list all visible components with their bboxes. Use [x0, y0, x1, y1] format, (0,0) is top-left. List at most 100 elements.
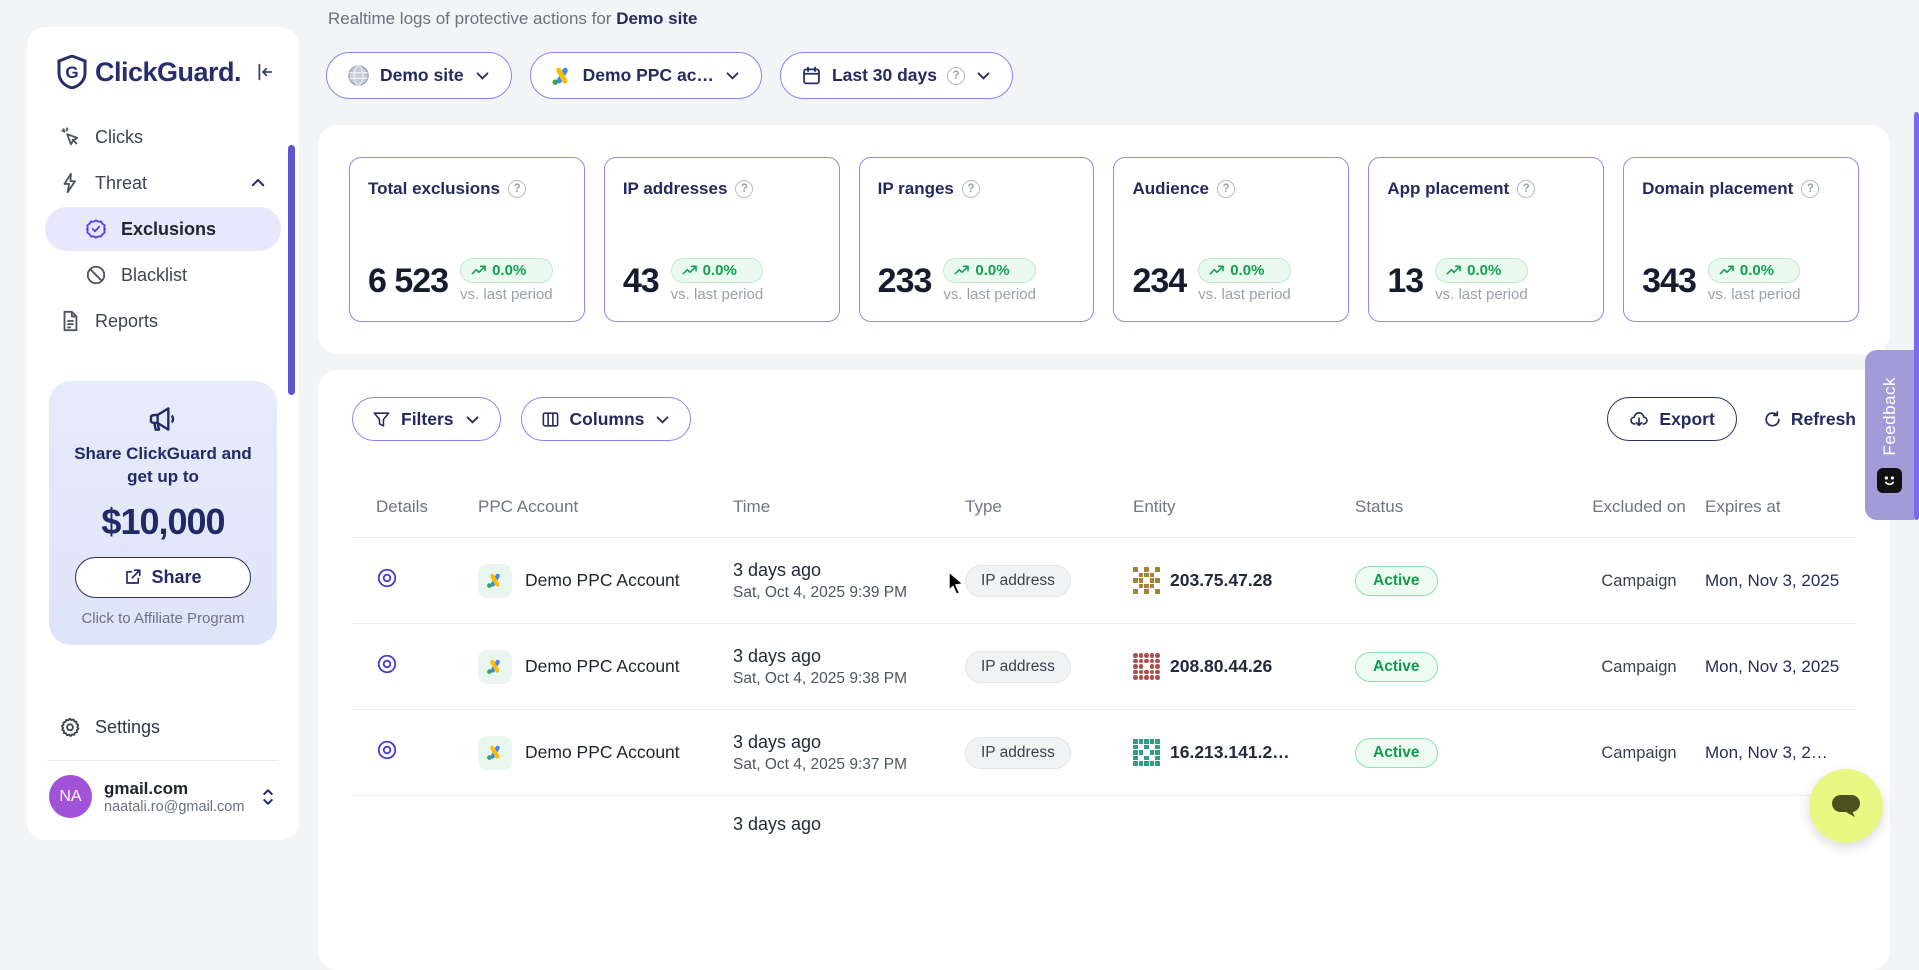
share-button[interactable]: Share: [75, 557, 251, 598]
refresh-label: Refresh: [1791, 409, 1856, 430]
sidebar-item-threat[interactable]: Threat: [45, 161, 281, 205]
column-header-expires-at[interactable]: Expires at: [1699, 489, 1856, 538]
stat-label: Audience: [1132, 179, 1209, 199]
ppc-account-selector[interactable]: Demo PPC ac…: [530, 52, 762, 99]
account-switcher[interactable]: NA gmail.com naatali.ro@gmail.com: [45, 775, 281, 822]
chat-bubble-icon: [1828, 789, 1864, 823]
page-scrollbar[interactable]: [1914, 112, 1919, 520]
stat-change: 0.0%: [1740, 262, 1774, 279]
calendar-icon: [801, 65, 822, 86]
stat-sub: vs. last period: [1435, 286, 1528, 303]
usersnap-icon: [1877, 468, 1902, 493]
promo-amount: $10,000: [63, 501, 263, 543]
status-badge: Active: [1355, 652, 1438, 682]
ppc-account-name: Demo PPC Account: [525, 656, 680, 677]
chevron-down-icon: [474, 67, 491, 84]
view-details-icon[interactable]: [376, 653, 398, 675]
type-badge: IP address: [965, 651, 1071, 683]
entity-value: 203.75.47.28: [1170, 570, 1272, 591]
expires-at-value: Mon, Nov 3, 2…: [1705, 743, 1828, 762]
chevron-down-icon: [724, 67, 741, 84]
excluded-on-value: Campaign: [1601, 572, 1676, 590]
trending-up-icon: [1446, 264, 1462, 278]
expires-at-value: Mon, Nov 3, 2025: [1705, 571, 1839, 590]
column-header-details[interactable]: Details: [352, 489, 472, 538]
stat-sub: vs. last period: [460, 286, 553, 303]
time-full: Sat, Oct 4, 2025 9:37 PM: [733, 756, 953, 774]
sidebar: G ClickGuard. Clicks Threat Exclusions B…: [27, 27, 299, 840]
user-name: gmail.com: [104, 779, 244, 799]
svg-text:G: G: [65, 63, 78, 82]
type-badge: IP address: [965, 737, 1071, 769]
entity-identicon: [1133, 567, 1160, 594]
table-row: Demo PPC Account 3 days agoSat, Oct 4, 2…: [352, 624, 1856, 710]
column-header-type[interactable]: Type: [959, 489, 1127, 538]
sidebar-nav: Clicks Threat Exclusions Blacklist Repor…: [45, 115, 281, 345]
zap-icon: [59, 172, 81, 194]
user-info: gmail.com naatali.ro@gmail.com: [104, 779, 244, 815]
columns-icon: [541, 410, 560, 429]
excluded-on-value: Campaign: [1601, 658, 1676, 676]
brand-logo[interactable]: G ClickGuard.: [45, 49, 281, 115]
column-header-excluded-on[interactable]: Excluded on: [1579, 489, 1699, 538]
sidebar-item-label: Clicks: [95, 127, 143, 148]
help-icon[interactable]: [1217, 180, 1235, 198]
sidebar-item-blacklist[interactable]: Blacklist: [45, 253, 281, 297]
sidebar-collapse-icon[interactable]: [253, 61, 275, 83]
site-selector[interactable]: Demo site: [326, 52, 512, 99]
column-header-time[interactable]: Time: [727, 489, 959, 538]
refresh-button[interactable]: Refresh: [1763, 409, 1856, 430]
help-icon[interactable]: [1517, 180, 1535, 198]
table-row: Demo PPC Account 3 days agoSat, Oct 4, 2…: [352, 538, 1856, 624]
stat-change: 0.0%: [975, 262, 1009, 279]
status-badge: Active: [1355, 738, 1438, 768]
ppc-account-selector-label: Demo PPC ac…: [583, 65, 714, 86]
sidebar-item-label: Exclusions: [121, 219, 216, 240]
help-icon[interactable]: [735, 180, 753, 198]
feedback-label: Feedback: [1880, 377, 1900, 456]
affiliate-promo-card[interactable]: Share ClickGuard and get up to $10,000 S…: [49, 381, 277, 645]
google-ads-icon: [478, 650, 512, 684]
view-details-icon[interactable]: [376, 567, 398, 589]
column-header-status[interactable]: Status: [1349, 489, 1579, 538]
sidebar-item-reports[interactable]: Reports: [45, 299, 281, 343]
entity-identicon: [1133, 653, 1160, 680]
filters-button[interactable]: Filters: [352, 397, 501, 441]
column-header-ppc-account[interactable]: PPC Account: [472, 489, 727, 538]
sidebar-item-exclusions[interactable]: Exclusions: [45, 207, 281, 251]
sidebar-scrollbar[interactable]: [288, 145, 295, 395]
sidebar-item-clicks[interactable]: Clicks: [45, 115, 281, 159]
stat-change: 0.0%: [703, 262, 737, 279]
site-selector-label: Demo site: [380, 65, 464, 86]
excluded-on-value: Campaign: [1601, 744, 1676, 762]
sidebar-item-settings[interactable]: Settings: [45, 704, 281, 750]
google-ads-icon: [551, 66, 573, 86]
gear-icon: [59, 716, 81, 738]
chevron-up-icon: [249, 174, 267, 192]
table-row-partial: 3 days ago: [352, 796, 1856, 882]
chevron-down-icon: [464, 411, 481, 428]
date-range-selector[interactable]: Last 30 days: [780, 52, 1013, 99]
stat-sub: vs. last period: [943, 286, 1036, 303]
trending-up-icon: [471, 264, 487, 278]
view-details-icon[interactable]: [376, 739, 398, 761]
columns-button[interactable]: Columns: [521, 397, 692, 441]
time-relative: 3 days ago: [733, 646, 953, 667]
settings-label: Settings: [95, 717, 160, 738]
trending-up-icon: [954, 264, 970, 278]
feedback-tab[interactable]: Feedback: [1865, 350, 1914, 520]
external-link-icon: [124, 568, 142, 586]
help-icon[interactable]: [508, 180, 526, 198]
cursor-click-icon: [59, 126, 81, 148]
stat-change: 0.0%: [492, 262, 526, 279]
column-header-entity[interactable]: Entity: [1127, 489, 1349, 538]
sidebar-item-label: Blacklist: [121, 265, 187, 286]
chat-launcher-button[interactable]: [1809, 769, 1883, 843]
user-email: naatali.ro@gmail.com: [104, 799, 244, 815]
chevron-up-down-icon: [259, 786, 277, 808]
export-button[interactable]: Export: [1607, 397, 1736, 441]
page-subtitle-site: Demo site: [616, 9, 697, 28]
help-icon[interactable]: [1801, 180, 1819, 198]
divider: [47, 760, 279, 761]
help-icon[interactable]: [962, 180, 980, 198]
